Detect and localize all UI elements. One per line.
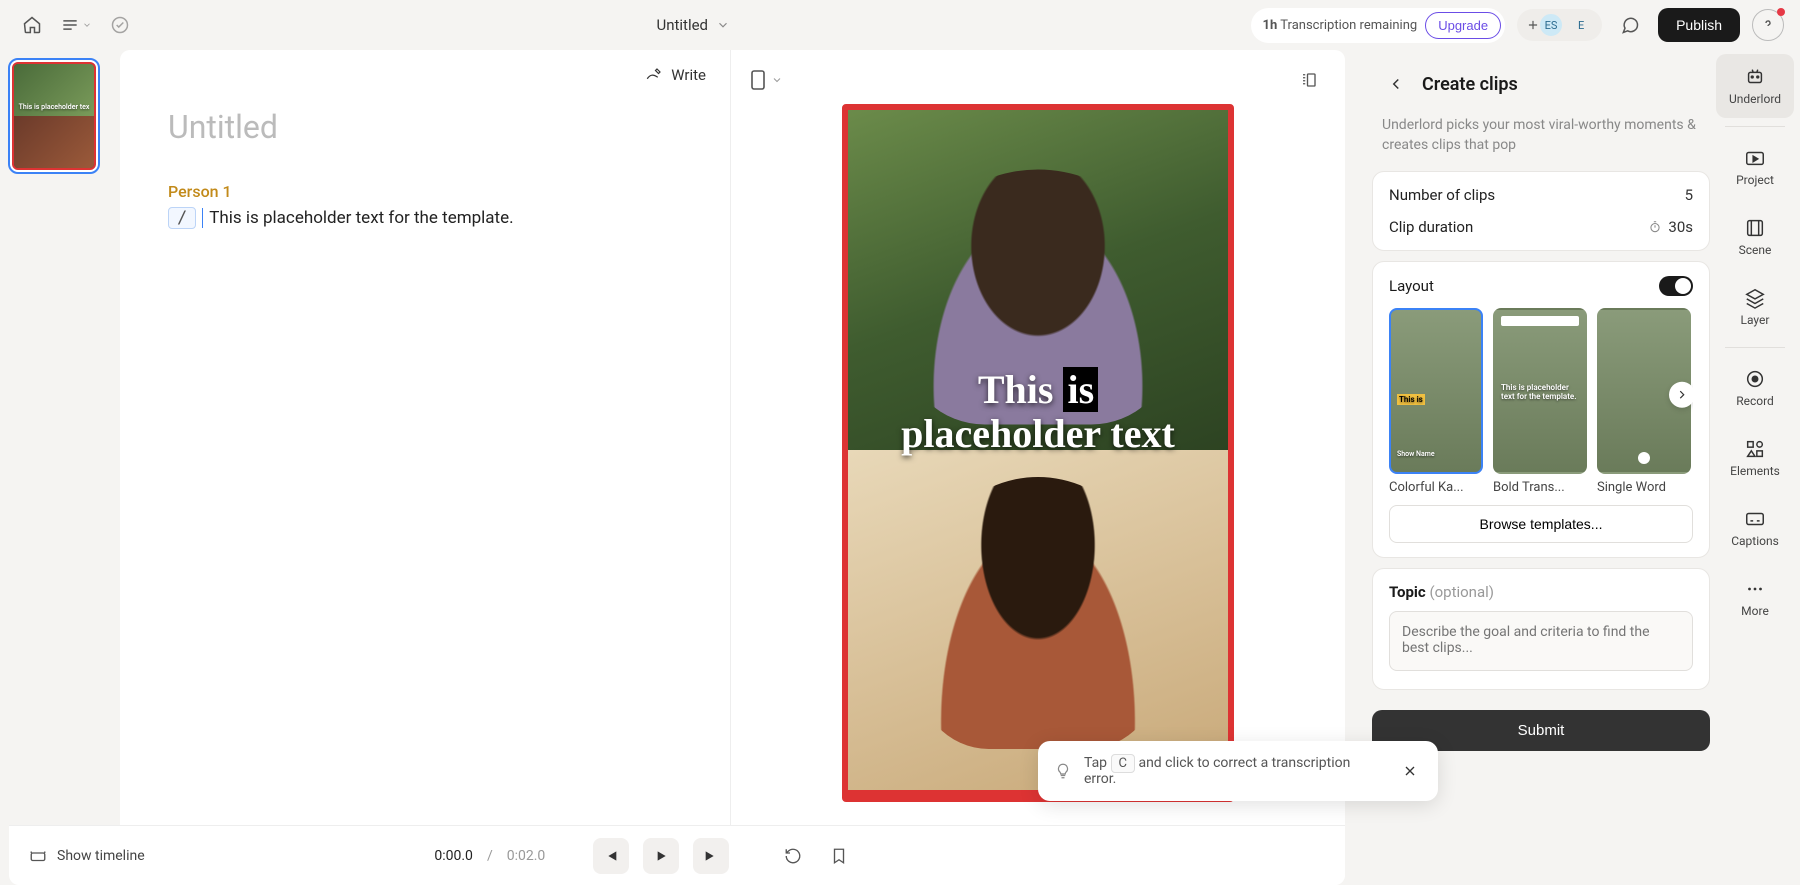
usage-pill: 1h Transcription remaining Upgrade [1251,8,1506,43]
tip-toast: Tap C and click to correct a transcripti… [1038,741,1438,801]
sidebar-item-layer[interactable]: Layer [1716,275,1794,339]
usage-amount: 1h [1263,18,1278,33]
back-icon[interactable] [1380,68,1412,100]
menu-icon[interactable] [60,9,92,41]
thumb-overlay-text: This is placeholder tex [14,103,93,111]
sidebar-item-underlord[interactable]: Underlord [1716,54,1794,118]
text-cursor [202,208,203,228]
clip-duration-label: Clip duration [1389,218,1473,236]
layout-toggle[interactable] [1659,276,1693,296]
panel-subtitle: Underlord picks your most viral-worthy m… [1372,116,1710,171]
avatar[interactable]: E [1568,12,1594,38]
project-title[interactable]: Untitled [656,16,708,34]
skip-forward-button[interactable] [693,838,729,874]
sidebar-item-more[interactable]: More [1716,566,1794,630]
num-clips-label: Number of clips [1389,186,1495,204]
timeline-bar: Show timeline 0:00.0 / 0:02.0 [9,825,1345,885]
panel-layout-icon[interactable] [1293,64,1325,96]
home-icon[interactable] [16,9,48,41]
preview-frame[interactable]: This is placeholder text [842,104,1234,802]
bookmark-icon[interactable] [823,840,855,872]
preview-column: This is placeholder text Tap C and click… [730,50,1345,885]
lightbulb-icon [1054,762,1072,780]
topic-input[interactable] [1389,611,1693,671]
play-button[interactable] [643,838,679,874]
transcript-text[interactable]: This is placeholder text for the templat… [209,208,513,228]
speaker-label[interactable]: Person 1 [168,182,682,201]
loop-icon[interactable] [777,840,809,872]
publish-button[interactable]: Publish [1658,8,1740,42]
num-clips-value[interactable]: 5 [1685,186,1693,204]
next-layouts-icon[interactable] [1669,381,1693,407]
transcript-line[interactable]: / This is placeholder text for the templ… [168,207,682,229]
time-current: 0:00.0 [434,848,473,864]
aspect-button[interactable] [751,70,783,90]
slash-command-indicator[interactable]: / [168,207,196,229]
scene-rail: 1 This is placeholder tex [0,50,120,885]
write-button[interactable]: Write [645,66,706,84]
layout-option[interactable]: This is Show Name Colorful Ka... [1389,308,1483,495]
sync-status-icon [104,9,136,41]
clip-duration-value[interactable]: 30s [1648,218,1693,236]
avatar[interactable]: ES [1538,12,1564,38]
sidebar-item-project[interactable]: Project [1716,135,1794,199]
topic-card: Topic (optional) [1372,568,1710,690]
stopwatch-icon [1648,220,1662,234]
layout-label: Layout [1389,277,1434,295]
time-duration: 0:02.0 [507,848,546,864]
skip-back-button[interactable] [593,838,629,874]
sidebar-item-record[interactable]: Record [1716,356,1794,420]
scene-thumbnail[interactable]: 1 This is placeholder tex [8,58,100,174]
sidebar-item-captions[interactable]: Captions [1716,496,1794,560]
layout-option[interactable]: This is placeholder text for the templat… [1493,308,1587,495]
sidebar-item-elements[interactable]: Elements [1716,426,1794,490]
tip-text: Tap C and click to correct a transcripti… [1084,755,1386,787]
caption-overlay: This is placeholder text [848,368,1228,456]
close-icon[interactable] [1398,759,1422,783]
topic-label: Topic (optional) [1389,583,1693,601]
browse-templates-button[interactable]: Browse templates... [1389,505,1693,543]
collaborators[interactable]: ES E [1517,9,1602,41]
clips-settings-card: Number of clips 5 Clip duration 30s [1372,171,1710,251]
sidebar-item-scene[interactable]: Scene [1716,205,1794,269]
usage-text: Transcription remaining [1280,18,1417,33]
upgrade-button[interactable]: Upgrade [1425,12,1501,39]
show-timeline-button[interactable]: Show timeline [29,847,145,865]
panel-title: Create clips [1422,74,1518,95]
topbar: Untitled 1h Transcription remaining Upgr… [0,0,1800,50]
document-title[interactable]: Untitled [168,108,682,146]
chevron-down-icon[interactable] [716,18,730,32]
help-icon[interactable] [1752,9,1784,41]
comments-icon[interactable] [1614,9,1646,41]
editor-column: Write Untitled Person 1 / This is placeh… [120,50,730,885]
layout-card: Layout This is Show Name Colorful Ka... … [1372,261,1710,558]
sidebar: Underlord Project Scene Layer Record Ele… [1710,50,1800,885]
notification-dot [1777,8,1785,16]
